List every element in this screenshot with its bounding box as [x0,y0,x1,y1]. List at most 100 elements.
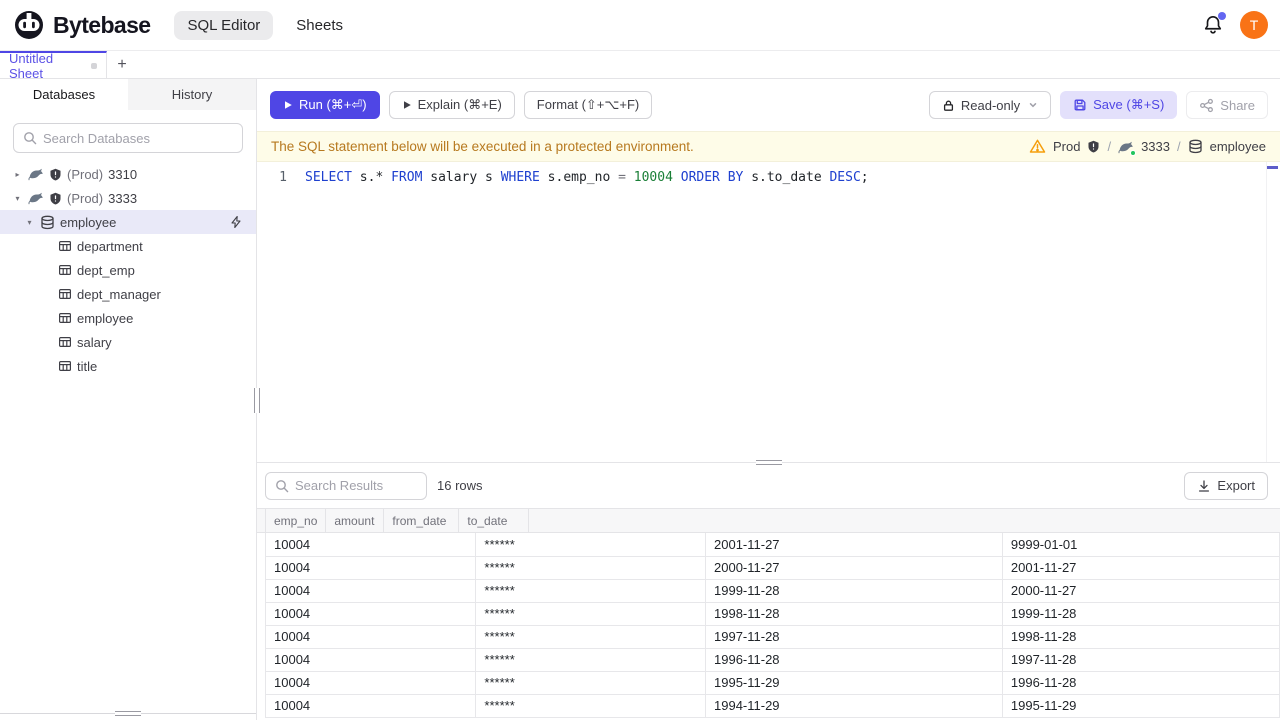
table-cell[interactable]: 2000-11-27 [705,556,1003,580]
tree-item-table-title[interactable]: title [0,354,256,378]
table-cell[interactable]: 10004 [264,648,477,672]
tree-item-table-salary[interactable]: salary [0,330,256,354]
breadcrumb-instance: 3333 [1141,139,1170,154]
results-header-table: emp_no amount from_date to_date [264,509,530,533]
database-tree: ▸ (Prod) 3310 ▾ (Prod) 3333 ▾ employee departmen… [0,162,256,378]
tree-item-table-employee[interactable]: employee [0,306,256,330]
sidebar-resize-handle[interactable] [254,388,260,413]
table-cell[interactable]: 10004 [264,625,477,649]
table-icon [58,311,72,325]
share-button[interactable]: Share [1186,91,1268,119]
toolbar-left: Run (⌘+⏎) Explain (⌘+E) Format (⇧+⌥+F) [270,91,653,119]
database-icon [40,215,55,230]
environment-label: (Prod) [67,166,104,182]
table-icon [58,359,72,373]
top-menu: SQL Editor Sheets [174,10,356,40]
sql-statement[interactable]: SELECT s.* FROM salary s WHERE s.emp_no … [297,170,869,185]
breadcrumb-database: employee [1209,139,1266,154]
sql-token: FROM [391,170,423,185]
add-sheet-button[interactable]: + [107,51,137,78]
connection-breadcrumb: Prod / 3333 / employee [1029,138,1266,156]
sheet-tab-untitled[interactable]: Untitled Sheet [0,51,107,81]
tab-history[interactable]: History [128,79,256,110]
tab-databases[interactable]: Databases [0,79,128,110]
table-cell[interactable]: 1998-11-28 [705,602,1003,626]
splitter-grip[interactable] [755,460,782,465]
chevron-right-icon: ▸ [15,169,20,179]
tree-item-instance-3310[interactable]: ▸ (Prod) 3310 [0,162,256,186]
column-header-to_date: to_date [458,509,530,533]
table-cell[interactable]: 1997-11-28 [705,625,1003,649]
nav-sheets[interactable]: Sheets [283,11,356,40]
table-cell[interactable]: 10004 [264,579,477,603]
results-panel: 16 rows Export emp_noamountfrom_dateto_ [257,463,1280,720]
bolt-icon[interactable] [229,215,243,229]
table-cell[interactable]: 10004 [264,556,477,580]
tree-item-table-dept_emp[interactable]: dept_emp [0,258,256,282]
table-cell[interactable]: ****** [475,533,706,557]
table-cell[interactable]: 1999-11-28 [1002,602,1280,626]
table-cell[interactable]: 1994-11-29 [705,694,1003,718]
tree-item-table-department[interactable]: department [0,234,256,258]
table-cell[interactable]: 2000-11-27 [1002,579,1280,603]
tree-item-database-employee[interactable]: ▾ employee [0,210,256,234]
table-cell[interactable]: 10004 [264,602,477,626]
search-databases-input[interactable] [43,130,233,146]
environment-label: (Prod) [67,190,104,206]
table-cell[interactable]: 1996-11-28 [1002,671,1280,695]
table-cell[interactable]: 10004 [264,694,477,718]
shield-badge-icon [49,168,62,181]
table-cell[interactable]: ****** [475,671,706,695]
results-header-band: emp_no amount from_date to_date [257,508,1280,533]
brand[interactable]: Bytebase [14,10,151,40]
table-cell[interactable]: ****** [475,694,706,718]
run-button[interactable]: Run (⌘+⏎) [270,91,380,119]
table-cell[interactable]: 1997-11-28 [1002,648,1280,672]
table-cell[interactable]: 10004 [264,671,477,695]
table-cell[interactable]: 9999-01-01 [1002,533,1280,557]
table-cell[interactable]: ****** [475,625,706,649]
sql-token: ; [860,170,869,185]
results-table: 10004 ****** 2001-11-27 9999-01-01 10004 ****… [264,533,1280,718]
editor-scrollbar[interactable] [1266,162,1280,462]
table-cell[interactable]: 2001-11-27 [705,533,1003,557]
table-cell[interactable]: 1999-11-28 [705,579,1003,603]
share-label: Share [1220,97,1255,113]
notifications-bell-icon[interactable] [1202,12,1226,36]
table-cell[interactable]: ****** [475,556,706,580]
table-cell[interactable]: ****** [475,602,706,626]
table-cell[interactable]: 10004 [264,533,477,557]
save-button[interactable]: Save (⌘+S) [1060,91,1178,119]
readonly-mode-button[interactable]: Read-only [928,91,1052,119]
table-cell[interactable]: 1998-11-28 [1002,625,1280,649]
tree-item-instance-3333[interactable]: ▾ (Prod) 3333 [0,186,256,210]
table-cell[interactable]: 1995-11-29 [1002,694,1280,718]
avatar[interactable]: T [1240,11,1268,39]
format-button[interactable]: Format (⇧+⌥+F) [523,91,653,119]
nav-sql-editor[interactable]: SQL Editor [174,10,274,40]
search-results-input[interactable] [295,478,417,493]
tree-item-label: department [77,238,143,254]
sidebar-bottom-resize-handle[interactable] [115,711,141,716]
table-cell[interactable]: 1995-11-29 [705,671,1003,695]
shield-badge-icon [49,192,62,205]
table-cell[interactable]: 1996-11-28 [705,648,1003,672]
explain-button[interactable]: Explain (⌘+E) [388,91,515,119]
sql-editor[interactable]: 1 SELECT s.* FROM salary s WHERE s.emp_n… [257,162,1280,462]
table-cell[interactable]: 2001-11-27 [1002,556,1280,580]
run-label: Run (⌘+⏎) [299,97,367,112]
table-row: 10004 ****** 1997-11-28 1998-11-28 [264,625,1280,649]
panel-splitter[interactable] [257,460,1280,465]
tree-item-table-dept_manager[interactable]: dept_manager [0,282,256,306]
database-icon [1188,139,1203,154]
table-cell[interactable]: ****** [475,579,706,603]
breadcrumb-separator: / [1177,139,1181,154]
share-icon [1199,98,1214,113]
play-icon [402,100,412,110]
chevron-down-icon: ▾ [27,217,32,227]
table-cell[interactable]: ****** [475,648,706,672]
banner-message: The SQL statement below will be executed… [271,139,694,154]
export-button[interactable]: Export [1184,471,1268,500]
